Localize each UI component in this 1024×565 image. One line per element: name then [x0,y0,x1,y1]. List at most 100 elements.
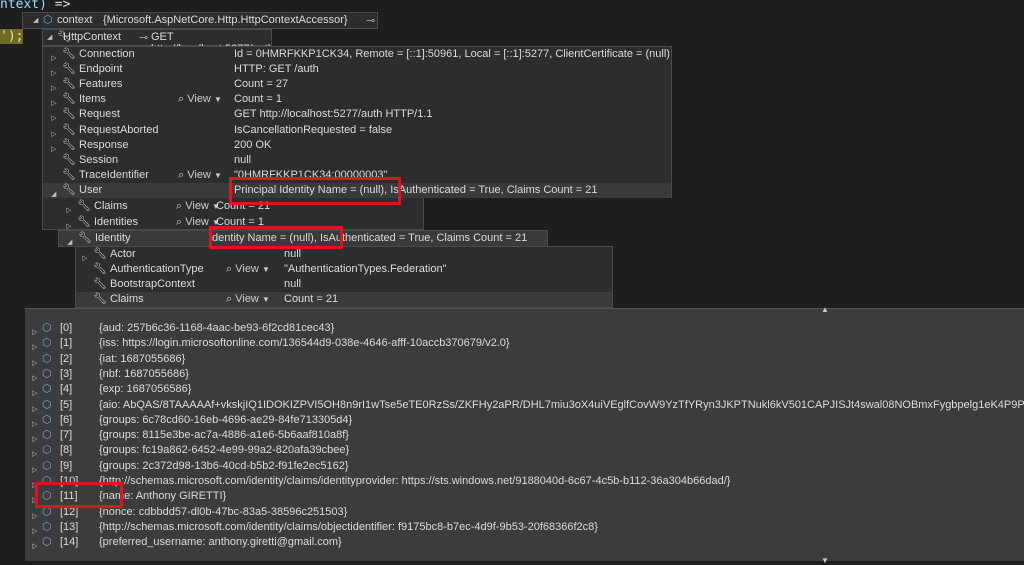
member-name: Identity [95,232,131,244]
member-row[interactable]: 🔧︎ AuthenticationType ⌕ View ▼ "Authenticat… [76,262,612,277]
object-icon: ⬡ [42,429,52,442]
identity-members-panel: ▷ 🔧︎ Actor null 🔧︎ AuthenticationType ⌕ View ▼… [75,246,613,308]
search-icon: ⌕ [176,200,183,212]
object-icon: ⬡ [42,352,52,365]
pin-icon[interactable]: ⊸ [139,31,148,44]
member-row[interactable]: 🔧︎ Claims ⌕ View ▼ Count = 21 [76,292,612,307]
collapse-icon[interactable]: ◢ [47,33,52,41]
claim-index: [5] [60,398,73,411]
object-icon: ⬡ [42,367,52,380]
member-row[interactable]: ▷ 🔧︎ Connection Id = 0HMRFKKP1CK34, Remote … [43,47,671,62]
search-icon: ⌕ [226,263,233,275]
wrench-icon: 🔧︎ [62,93,76,106]
member-row[interactable]: ▷ 🔧︎ RequestAborted IsCancellationRequested… [43,123,671,138]
code-line-2: '); [0,29,24,44]
member-row[interactable]: ▷ 🔧︎ Response 200 OK [43,138,671,153]
search-icon: ⌕ [178,93,185,106]
object-icon: ⬡ [42,322,52,334]
collapse-icon[interactable]: ◢ [33,16,38,24]
member-row[interactable]: ▷ 🔧︎ Request GET http://localhost:5277/auth… [43,107,671,122]
claim-row[interactable]: ▷ ⬡ [9] {groups: 2c372d98-13b6-40cd-b5b2-f9… [25,459,1024,474]
highlight-box-identity [209,226,343,249]
datatip-context[interactable]: ◢ ⬡ context {Microsoft.AspNetCore.Http.H… [22,12,378,29]
scroll-up-icon[interactable]: ▲ [821,305,829,314]
claim-row[interactable]: ▷ ⬡ [8] {groups: fc19a862-6452-4e99-99a2-82… [25,443,1024,458]
member-value: null [284,278,302,290]
highlight-box-principal [229,177,401,205]
wrench-icon: 🔧︎ [62,78,76,91]
claim-index: [8] [60,444,73,457]
member-name: Actor [110,248,136,260]
member-value: null [234,153,252,166]
collapse-icon[interactable]: ◢ [67,235,72,250]
object-icon: ⬡ [42,413,52,426]
member-value: null [284,248,302,260]
member-value: "AuthenticationTypes.Federation" [284,263,447,275]
claim-value: {nonce: cdbbdd57-dl0b-47bc-83a5-38596c25… [99,505,348,518]
view-label: View [235,263,259,275]
member-name: Features [79,78,123,91]
object-icon: ⬡ [43,14,53,26]
member-value: Count = 27 [234,78,289,91]
view-button[interactable]: ⌕ View ▼ [226,262,270,277]
wrench-icon: 🔧︎ [77,200,91,212]
chevron-down-icon: ▼ [261,265,270,274]
claim-row[interactable]: ▷ ⬡ [11] {name: Anthony GIRETTI} [25,489,1024,504]
claim-value: {groups: 8115e3be-ac7a-4886-a1e6-5b6aaf8… [99,429,349,442]
claim-row[interactable]: ▷ ⬡ [0] {aud: 257b6c36-1168-4aac-be93-6f2cd… [25,321,1024,336]
wrench-icon: 🔧︎ [62,63,76,76]
member-row[interactable]: ▷ 🔧︎ Actor null [76,247,612,262]
claim-value: {aud: 257b6c36-1168-4aac-be93-6f2cd81cec… [99,322,335,334]
claim-value: {groups: fc19a862-6452-4e99-99a2-820afa3… [99,444,350,457]
claim-row[interactable]: ▷ ⬡ [13] {http://schemas.microsoft.com/iden… [25,520,1024,535]
view-label: View [187,168,211,181]
object-icon: ⬡ [42,398,52,411]
datatip-httpcontext[interactable]: ◢ 🔧︎ HttpContext ⊸ GET http://localhost:… [42,29,274,67]
wrench-icon: 🔧︎ [62,108,76,121]
context-value: {Microsoft.AspNetCore.Http.HttpContextAc… [103,14,348,26]
member-row[interactable]: ▷ 🔧︎ Endpoint HTTP: GET /auth [43,62,671,77]
object-icon: ⬡ [42,383,52,396]
view-button[interactable]: ⌕ View ▼ [176,199,220,214]
member-row[interactable]: 🔧︎ Session null [43,153,671,168]
chevron-down-icon: ▼ [261,295,270,304]
claim-row[interactable]: ▷ ⬡ [3] {nbf: 1687055686} [25,367,1024,382]
member-value: Id = 0HMRFKKP1CK34, Remote = [::1]:50961… [234,48,670,60]
httpcontext-members-panel: ▷ 🔧︎ Connection Id = 0HMRFKKP1CK34, Remote … [42,46,672,198]
claim-row[interactable]: ▷ ⬡ [10] {http://schemas.microsoft.com/iden… [25,474,1024,489]
pin-icon[interactable]: ⊸ [366,14,375,27]
claim-row[interactable]: ▷ ⬡ [1] {iss: https://login.microsoftonline… [25,336,1024,351]
view-button[interactable]: ⌕ View ▼ [178,92,222,107]
wrench-icon: 🔧︎ [93,293,107,305]
member-row[interactable]: ▷ 🔧︎ Items ⌕ View ▼ Count = 1 [43,92,671,107]
member-name: TraceIdentifier [79,168,149,181]
scroll-down-icon[interactable]: ▼ [821,556,829,565]
claim-index: [9] [60,459,73,472]
member-name: Session [79,153,119,166]
claim-row[interactable]: ▷ ⬡ [2] {iat: 1687055686} [25,352,1024,367]
wrench-icon: 🔧︎ [78,232,92,244]
claim-row[interactable]: ▷ ⬡ [6] {groups: 6c78cd60-16eb-4696-ae29-84… [25,413,1024,428]
claim-row[interactable]: ▷ ⬡ [4] {exp: 1687056586} [25,382,1024,397]
object-icon: ⬡ [42,444,52,457]
expand-icon[interactable]: ▷ [32,539,37,554]
view-button[interactable]: ⌕ View ▼ [178,168,222,183]
member-row[interactable]: 🔧︎ BootstrapContext null [76,277,612,292]
view-button[interactable]: ⌕ View ▼ [226,292,270,307]
claim-row[interactable]: ▷ ⬡ [7] {groups: 8115e3be-ac7a-4886-a1e6-5b… [25,428,1024,443]
chevron-down-icon: ▼ [213,95,222,105]
claim-row[interactable]: ▷ ⬡ [5] {aio: AbQAS/8TAAAAAf+vkskjIQ1IDOKIZ… [25,398,1024,413]
claim-value: {http://schemas.microsoft.com/identity/c… [99,475,731,487]
claim-row[interactable]: ▷ ⬡ [14] {preferred_username: anthony.giret… [25,535,1024,550]
search-icon: ⌕ [178,168,185,181]
code-text: ntext) [0,0,47,12]
member-name: Claims [94,200,128,212]
chevron-down-icon: ▼ [213,170,222,180]
member-row[interactable]: ▷ 🔧︎ Features Count = 27 [43,77,671,92]
claim-value: {nbf: 1687055686} [99,367,189,380]
member-name: User [79,183,103,196]
claim-row[interactable]: ▷ ⬡ [12] {nonce: cdbbdd57-dl0b-47bc-83a5-38… [25,505,1024,520]
view-label: View [187,93,211,106]
member-name: Response [79,138,129,151]
wrench-icon: 🔧︎ [62,183,76,196]
